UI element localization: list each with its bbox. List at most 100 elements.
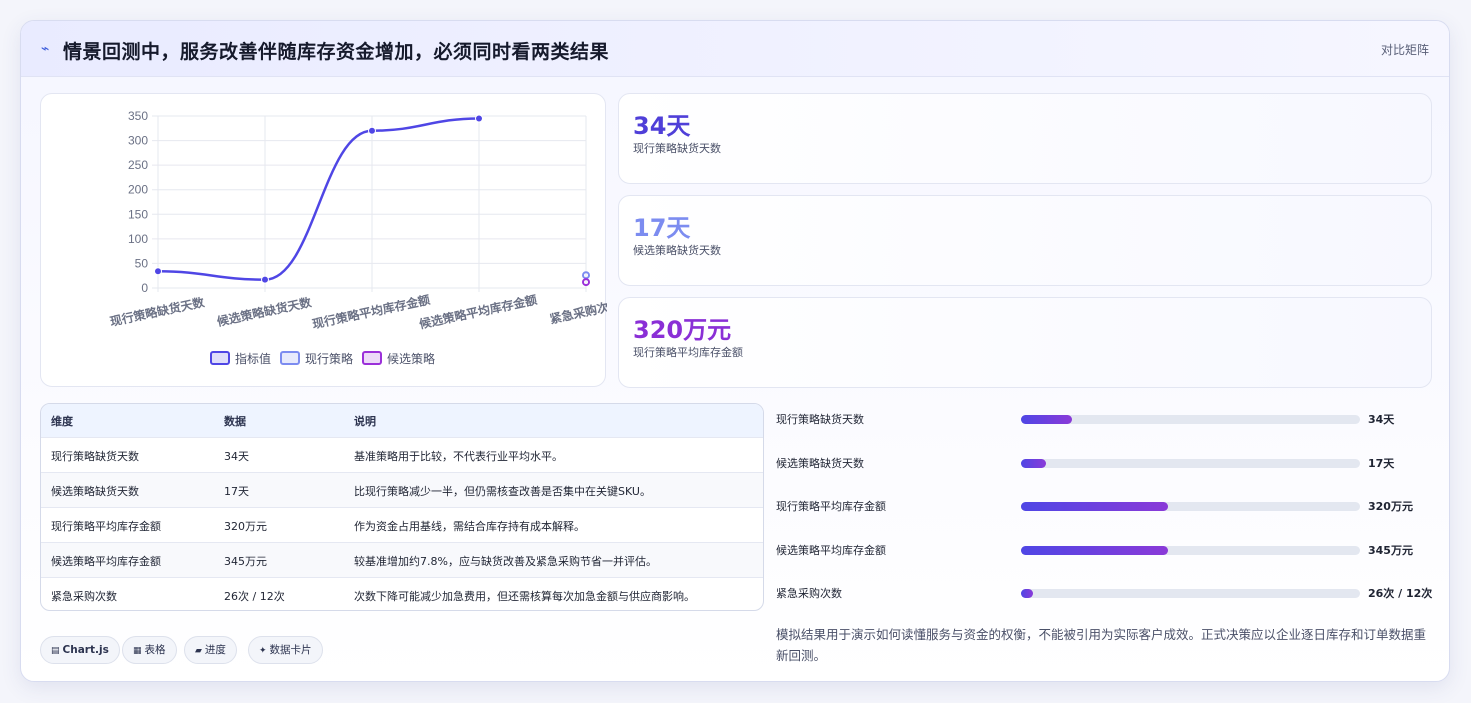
progress-fill [1021, 459, 1047, 468]
table-cell: 作为资金占用基线，需结合库存持有成本解释。 [354, 520, 585, 533]
y-tick-label: 300 [128, 134, 148, 148]
chip-progress[interactable]: ▰ 进度 [184, 636, 237, 664]
stat-value: 17天 [633, 214, 691, 242]
progress-track [1021, 459, 1360, 468]
table-row: 候选策略平均库存金额 345万元 较基准增加约7.8%，应与缺货改善及紧急采购节… [41, 542, 763, 577]
stat-label: 候选策略缺货天数 [633, 244, 721, 257]
chart-canvas: 0 50 100 150 200 250 300 350 现行策略缺货天数 候选策略缺货天数现行策… [109, 109, 607, 366]
stat-card: 17天 候选策略缺货天数 [618, 195, 1432, 286]
chip-data-card[interactable]: ✦ 数据卡片 [248, 636, 323, 664]
series-line [157, 117, 480, 281]
table-cell: 现行策略平均库存金额 [51, 520, 161, 533]
x-tick-label: 候选策略缺货天数 [216, 294, 314, 329]
legend-swatch [280, 351, 300, 365]
table-cell: 345万元 [224, 555, 267, 568]
column-header: 数据 [224, 415, 246, 428]
table-icon: ▦ [133, 646, 142, 656]
progress-label: 候选策略缺货天数 [776, 457, 864, 470]
progress-value: 17天 [1368, 457, 1395, 470]
table-cell: 较基准增加约7.8%，应与缺货改善及紧急采购节省一并评估。 [354, 555, 657, 568]
stat-card: 320万元 现行策略平均库存金额 [618, 297, 1432, 388]
chip-label: 表格 [144, 644, 166, 656]
chip-label: 数据卡片 [269, 644, 312, 656]
progress-fill [1021, 546, 1169, 555]
progress-fill [1021, 589, 1033, 598]
progress-label: 现行策略缺货天数 [776, 413, 864, 426]
progress-value: 320万元 [1368, 500, 1413, 513]
progress-row: 现行策略缺货天数 34天 [776, 409, 1436, 429]
compare-matrix-link[interactable]: 对比矩阵 [1381, 41, 1429, 58]
data-point [261, 275, 269, 284]
y-tick-label: 250 [128, 158, 148, 172]
x-tick-label: 现行策略平均库存金额 [311, 292, 432, 332]
card-header: ⌁ 情景回测中，服务改善伴随库存资金增加，必须同时看两类结果 对比矩阵 [21, 21, 1449, 77]
y-tick-label: 0 [141, 281, 148, 295]
y-tick-label: 150 [128, 207, 148, 221]
chip-label: 进度 [204, 644, 226, 656]
table-row: 候选策略缺货天数 17天 比现行策略减少一半，但仍需核查改善是否集中在关键SKU… [41, 472, 763, 507]
progress-label: 紧急采购次数 [776, 587, 842, 600]
progress-value: 26次 / 12次 [1368, 587, 1433, 600]
table-row: 现行策略平均库存金额 320万元 作为资金占用基线，需结合库存持有成本解释。 [41, 507, 763, 542]
legend-label: 现行策略 [305, 351, 353, 366]
y-tick-label: 200 [128, 183, 148, 197]
progress-value: 345万元 [1368, 544, 1413, 557]
progress-value: 34天 [1368, 413, 1395, 426]
progress-row: 候选策略平均库存金额 345万元 [776, 540, 1436, 560]
progress-track [1021, 502, 1360, 511]
disclaimer-note: 模拟结果用于演示如何读懂服务与资金的权衡，不能被引用为实际客户成效。正式决策应以… [776, 627, 1427, 663]
data-point [475, 114, 483, 123]
table-header-row: 维度 数据 说明 [41, 404, 763, 437]
table-cell: 次数下降可能减少加急费用，但还需核算每次加急金额与供应商影响。 [354, 590, 695, 603]
stat-label: 现行策略平均库存金额 [633, 346, 743, 359]
chart-icon: ▤ [51, 646, 60, 656]
progress-fill [1021, 502, 1169, 511]
stat-value: 34天 [633, 112, 691, 140]
table-cell: 候选策略缺货天数 [51, 485, 139, 498]
table-cell: 紧急采购次数 [51, 590, 117, 603]
stat-label: 现行策略缺货天数 [633, 142, 721, 155]
progress-row: 紧急采购次数 26次 / 12次 [776, 583, 1436, 603]
progress-row: 现行策略平均库存金额 320万元 [776, 496, 1436, 516]
legend-label: 指标值 [235, 351, 271, 366]
data-point [154, 267, 162, 276]
y-tick-label: 350 [128, 109, 148, 123]
table-cell: 比现行策略减少一半，但仍需核查改善是否集中在关键SKU。 [354, 485, 651, 498]
chip-chartjs[interactable]: ▤ Chart.js [40, 636, 120, 664]
table-cell: 候选策略平均库存金额 [51, 555, 161, 568]
table-cell: 320万元 [224, 520, 267, 533]
x-tick-label: 现行策略缺货天数 [109, 294, 207, 329]
table-row: 紧急采购次数 26次 / 12次 次数下降可能减少加急费用，但还需核算每次加急金… [41, 577, 763, 610]
progress-label: 现行策略平均库存金额 [776, 500, 886, 513]
column-header: 说明 [354, 415, 376, 428]
column-header: 维度 [51, 415, 73, 428]
line-chart: 0 50 100 150 200 250 300 350 现行策略缺货天数 候选策略缺货天数 现行策… [40, 93, 607, 387]
progress-icon: ▰ [195, 646, 202, 656]
card-icon: ✦ [259, 646, 267, 656]
stat-card: 34天 现行策略缺货天数 [618, 93, 1432, 184]
progress-label: 候选策略平均库存金额 [776, 544, 886, 557]
table-cell: 基准策略用于比较，不代表行业平均水平。 [354, 450, 563, 463]
main-card: ⌁ 情景回测中，服务改善伴随库存资金增加，必须同时看两类结果 对比矩阵 0 50 1… [20, 20, 1450, 682]
table-cell: 26次 / 12次 [224, 590, 285, 603]
progress-track [1021, 415, 1360, 424]
y-tick-label: 50 [135, 256, 149, 270]
table-row: 现行策略缺货天数 34天 基准策略用于比较，不代表行业平均水平。 [41, 437, 763, 472]
legend-swatch [210, 351, 230, 365]
table-cell: 17天 [224, 485, 249, 498]
progress-track [1021, 589, 1360, 598]
data-point [368, 126, 376, 135]
progress-track [1021, 546, 1360, 555]
legend-swatch [362, 351, 382, 365]
x-tick-label: 候选策略平均库存金额 [418, 292, 539, 332]
data-table: 维度 数据 说明 现行策略缺货天数 34天 基准策略用于比较，不代表行业平均水平… [40, 403, 764, 611]
y-tick-label: 100 [128, 232, 148, 246]
progress-fill [1021, 415, 1072, 424]
chip-label: Chart.js [62, 644, 109, 656]
progress-row: 候选策略缺货天数 17天 [776, 453, 1436, 473]
pulse-icon: ⌁ [41, 41, 50, 57]
legend-label: 候选策略 [387, 351, 435, 366]
stat-value: 320万元 [633, 316, 732, 344]
table-cell: 34天 [224, 450, 249, 463]
chip-table[interactable]: ▦ 表格 [122, 636, 177, 664]
